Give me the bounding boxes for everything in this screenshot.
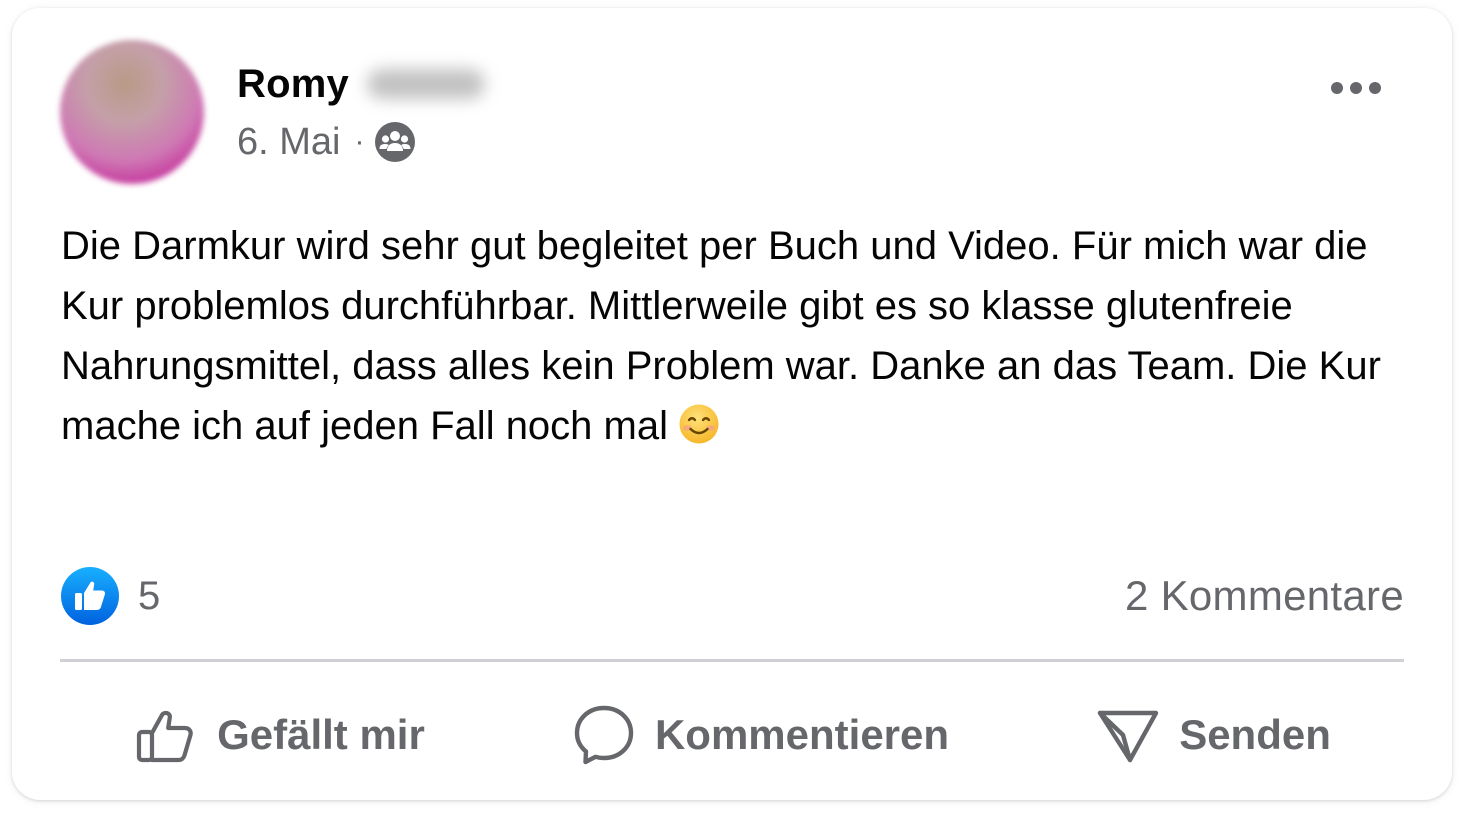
like-button-label: Gefällt mir <box>217 711 425 758</box>
like-button[interactable]: Gefällt mir <box>133 702 425 768</box>
comment-button-label: Kommentieren <box>654 711 950 758</box>
send-button-label: Senden <box>1179 711 1331 758</box>
avatar[interactable] <box>60 40 204 184</box>
send-arrow-icon <box>1097 710 1159 763</box>
author-name[interactable]: Romy <box>237 62 349 107</box>
redacted-last-name <box>366 69 485 99</box>
author-row: Romy <box>237 60 485 108</box>
more-options-icon <box>1331 82 1381 94</box>
post-text: Die Darmkur wird sehr gut begleitet per … <box>61 224 1381 448</box>
comment-count-link[interactable]: 2 Kommentare <box>1125 572 1404 620</box>
meta-separator: · <box>354 125 365 158</box>
smiling-face-emoji <box>679 404 719 444</box>
post-body: Die Darmkur wird sehr gut begleitet per … <box>61 216 1401 456</box>
group-icon[interactable] <box>374 121 416 163</box>
speech-bubble-icon <box>574 705 634 765</box>
send-button[interactable]: Senden <box>1095 702 1331 768</box>
divider <box>60 659 1404 662</box>
reactions-bar: 5 2 Kommentare <box>60 566 1404 626</box>
thumbs-up-badge-icon <box>61 567 119 625</box>
thumbs-up-icon <box>136 710 193 763</box>
like-count: 5 <box>138 573 161 618</box>
reaction-summary[interactable]: 5 <box>60 566 160 626</box>
post-meta: 6. Mai · <box>237 118 416 166</box>
post-date[interactable]: 6. Mai <box>237 121 340 164</box>
post-card: Romy 6. Mai · Die Darmkur wird sehr gut … <box>12 8 1452 800</box>
more-options-button[interactable] <box>1316 64 1396 112</box>
action-bar: Gefällt mir Kommentieren Senden <box>60 680 1404 790</box>
comment-button[interactable]: Kommentieren <box>571 702 949 768</box>
